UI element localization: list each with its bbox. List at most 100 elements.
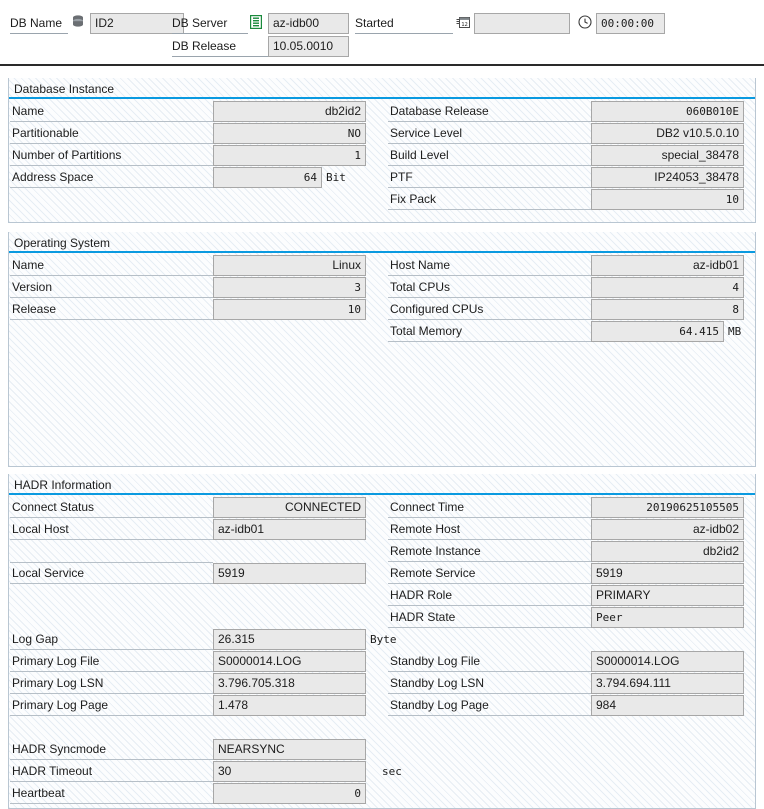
row-label: Total CPUs [388, 277, 591, 298]
row-value[interactable]: az-idb01 [213, 519, 366, 540]
row-value[interactable]: 3.796.705.318 [213, 673, 366, 694]
row-total-memory: Total Memory 64.415 MB [388, 321, 753, 342]
db-server-label: DB Server [172, 13, 248, 34]
calendar-icon: 12 [456, 15, 470, 32]
row-connect-status: Connect Status CONNECTED [10, 497, 375, 518]
row-value[interactable]: 26.315 [213, 629, 366, 650]
row-value[interactable]: 30 [213, 761, 366, 782]
row-value[interactable]: 4 [591, 277, 744, 298]
row-value[interactable]: 5919 [213, 563, 366, 584]
panel-hadr-information-rule [9, 493, 755, 495]
row-label: Log Gap [10, 629, 213, 650]
row-label: Host Name [388, 255, 591, 276]
row-value[interactable]: db2id2 [591, 541, 744, 562]
db-release-value[interactable]: 10.05.0010 [268, 35, 349, 57]
row-label: HADR State [388, 607, 591, 628]
row-label: Partitionable [10, 123, 213, 144]
row-value[interactable]: S0000014.LOG [213, 651, 366, 672]
row-primary-log-lsn: Primary Log LSN 3.796.705.318 [10, 673, 375, 694]
row-value[interactable]: 060B010E [591, 101, 744, 122]
panel-hadr-information-title: HADR Information [14, 478, 112, 492]
row-os-name: Name Linux [10, 255, 375, 276]
row-value[interactable]: db2id2 [213, 101, 366, 122]
row-label: Service Level [388, 123, 591, 144]
row-value[interactable]: 20190625105505 [591, 497, 744, 518]
row-heartbeat: Heartbeat 0 [10, 783, 375, 804]
row-label: PTF [388, 167, 591, 188]
row-value[interactable]: 8 [591, 299, 744, 320]
row-label: Heartbeat [10, 783, 213, 804]
row-unit: Byte [370, 633, 397, 646]
row-connect-time: Connect Time 20190625105505 [388, 497, 753, 518]
row-label: Fix Pack [388, 189, 591, 210]
row-value[interactable]: az-idb01 [591, 255, 744, 276]
row-value[interactable]: S0000014.LOG [591, 651, 744, 672]
started-time-value[interactable]: 00:00:00 [596, 12, 665, 34]
row-os-version: Version 3 [10, 277, 375, 298]
row-label: Release [10, 299, 213, 320]
row-label: Primary Log File [10, 651, 213, 672]
db-name-value[interactable]: ID2 [90, 12, 184, 34]
row-standby-log-file: Standby Log File S0000014.LOG [388, 651, 753, 672]
row-host-name: Host Name az-idb01 [388, 255, 753, 276]
row-label: Database Release [388, 101, 591, 122]
row-label: Number of Partitions [10, 145, 213, 166]
row-value[interactable]: 10 [213, 299, 366, 320]
row-hadr-role: HADR Role PRIMARY [388, 585, 753, 606]
row-remote-host: Remote Host az-idb02 [388, 519, 753, 540]
panel-operating-system-title: Operating System [14, 236, 111, 250]
row-hadr-state: HADR State Peer [388, 607, 753, 628]
row-label: Configured CPUs [388, 299, 591, 320]
row-value[interactable]: 5919 [591, 563, 744, 584]
panel-operating-system-rule [9, 251, 755, 253]
row-value[interactable]: 10 [591, 189, 744, 210]
row-value[interactable]: 1.478 [213, 695, 366, 716]
row-label: HADR Timeout [10, 761, 213, 782]
row-value[interactable]: 3 [213, 277, 366, 298]
row-label: Remote Host [388, 519, 591, 540]
row-value[interactable]: CONNECTED [213, 497, 366, 518]
started-date-value[interactable] [474, 12, 570, 34]
row-value[interactable]: 984 [591, 695, 744, 716]
row-value[interactable]: special_38478 [591, 145, 744, 166]
row-value[interactable]: NO [213, 123, 366, 144]
row-label: Total Memory [388, 321, 591, 342]
row-label: Name [10, 101, 213, 122]
row-value[interactable]: 1 [213, 145, 366, 166]
row-value[interactable]: Linux [213, 255, 366, 276]
row-local-service: Local Service 5919 [10, 563, 375, 584]
server-icon [249, 14, 263, 32]
row-label: Standby Log File [388, 651, 591, 672]
row-label: Standby Log Page [388, 695, 591, 716]
db-name-label: DB Name [10, 13, 68, 34]
sap-db-monitor-screen: DB Name ID2 DB Server az-idb00 DB Releas… [0, 0, 764, 809]
row-service-level: Service Level DB2 v10.5.0.10 [388, 123, 753, 144]
row-label: Connect Status [10, 497, 213, 518]
panel-database-instance-title: Database Instance [14, 82, 115, 96]
row-total-cpus: Total CPUs 4 [388, 277, 753, 298]
row-value[interactable]: PRIMARY [591, 585, 744, 606]
row-value[interactable]: 64 [213, 167, 322, 188]
row-standby-log-lsn: Standby Log LSN 3.794.694.111 [388, 673, 753, 694]
row-label: Remote Service [388, 563, 591, 584]
row-value[interactable]: 0 [213, 783, 366, 804]
clock-icon [578, 14, 592, 32]
row-configured-cpus: Configured CPUs 8 [388, 299, 753, 320]
row-label: Build Level [388, 145, 591, 166]
db-server-value[interactable]: az-idb00 [268, 12, 349, 34]
row-database-release: Database Release 060B010E [388, 101, 753, 122]
row-value[interactable]: 64.415 [591, 321, 724, 342]
row-label: HADR Role [388, 585, 591, 606]
row-value[interactable]: DB2 v10.5.0.10 [591, 123, 744, 144]
row-value[interactable]: NEARSYNC [213, 739, 366, 760]
row-value[interactable]: Peer [591, 607, 744, 628]
row-value[interactable]: az-idb02 [591, 519, 744, 540]
row-value[interactable]: 3.794.694.111 [591, 673, 744, 694]
row-label: Local Host [10, 519, 213, 540]
row-value[interactable]: IP24053_38478 [591, 167, 744, 188]
row-label: Primary Log Page [10, 695, 213, 716]
row-remote-service: Remote Service 5919 [388, 563, 753, 584]
row-remote-instance: Remote Instance db2id2 [388, 541, 753, 562]
row-hadr-timeout: HADR Timeout 30 sec [10, 761, 402, 782]
row-unit: MB [728, 325, 742, 338]
